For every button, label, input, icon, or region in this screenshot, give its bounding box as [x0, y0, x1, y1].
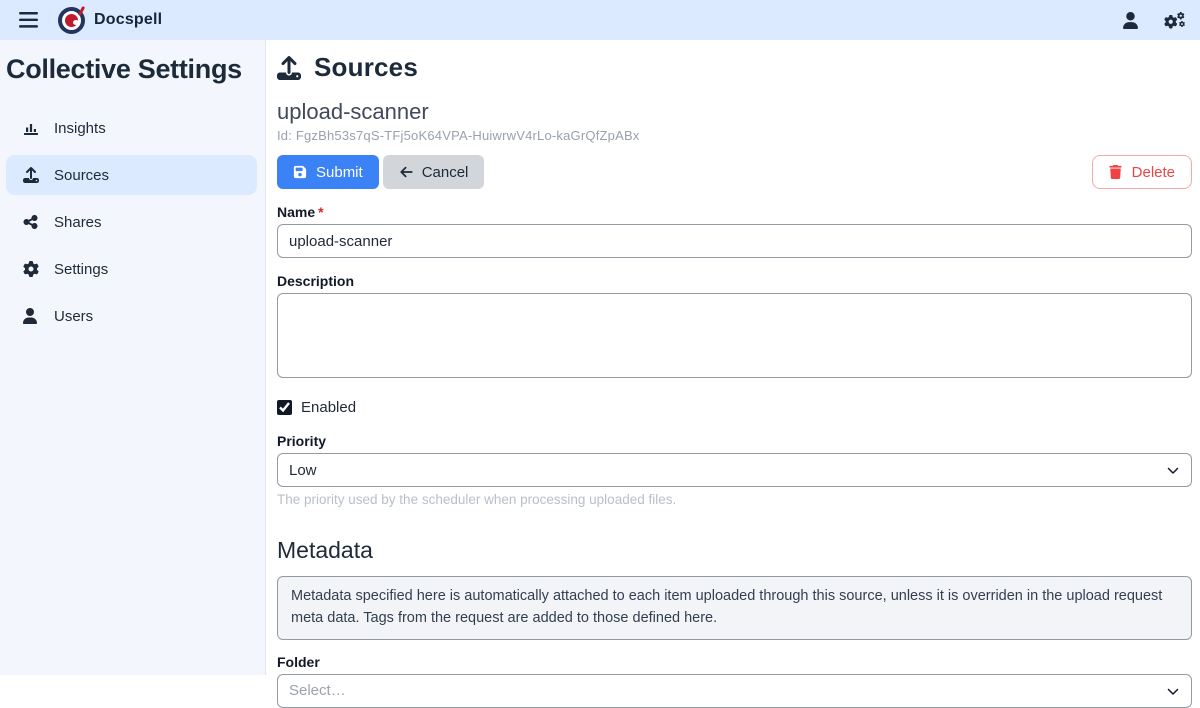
name-label: Name* — [277, 204, 1192, 220]
enabled-checkbox[interactable] — [277, 400, 292, 415]
sidebar-item-sources[interactable]: Sources — [6, 155, 257, 195]
account-button[interactable] — [1123, 12, 1138, 29]
description-textarea[interactable] — [277, 293, 1192, 378]
sidebar-item-settings[interactable]: Settings — [6, 249, 257, 289]
gears-icon — [1164, 11, 1186, 29]
sidebar-item-shares[interactable]: Shares — [6, 202, 257, 242]
user-icon — [1123, 12, 1138, 29]
trash-icon — [1109, 165, 1123, 179]
sidebar-item-insights[interactable]: Insights — [6, 108, 257, 148]
metadata-note: Metadata specified here is automatically… — [277, 576, 1192, 640]
sidebar-item-label: Insights — [54, 120, 106, 137]
enabled-field: Enabled — [277, 399, 1192, 416]
priority-select[interactable]: Low — [277, 453, 1192, 487]
toolbar: Submit Cancel Delete — [277, 155, 1192, 189]
menu-toggle-button[interactable] — [14, 6, 42, 34]
chart-bar-icon — [23, 120, 39, 136]
metadata-section-title: Metadata — [277, 537, 1192, 564]
sidebar-title: Collective Settings — [6, 54, 257, 84]
sidebar-item-label: Users — [54, 308, 93, 325]
gear-icon — [23, 261, 39, 277]
upload-icon — [23, 167, 39, 183]
app-brand[interactable]: Docspell — [58, 7, 162, 34]
required-asterisk: * — [318, 204, 323, 220]
priority-help-text: The priority used by the scheduler when … — [277, 492, 1192, 507]
source-name-heading: upload-scanner — [277, 99, 1192, 125]
description-label: Description — [277, 273, 1192, 289]
name-input[interactable] — [277, 224, 1192, 258]
priority-label: Priority — [277, 433, 1192, 449]
sidebar: Collective Settings Insights Sources Sha… — [0, 40, 266, 675]
source-id: Id: FgzBh53s7qS-TFj5oK64VPA-HuiwrwV4rLo-… — [277, 128, 1192, 143]
cancel-button[interactable]: Cancel — [383, 155, 485, 189]
processing-jobs-button[interactable] — [1164, 11, 1186, 29]
docspell-logo-icon — [58, 7, 85, 34]
upload-icon — [277, 56, 301, 80]
sidebar-item-users[interactable]: Users — [6, 296, 257, 336]
top-navbar: Docspell — [0, 0, 1200, 40]
folder-select[interactable]: Select… — [277, 674, 1192, 708]
folder-label: Folder — [277, 654, 1192, 670]
page-header: Sources — [277, 52, 1192, 83]
hamburger-icon — [19, 12, 38, 28]
main-content: Sources upload-scanner Id: FgzBh53s7qS-T… — [267, 40, 1200, 675]
sidebar-item-label: Shares — [54, 214, 102, 231]
page-title: Sources — [314, 52, 418, 83]
sidebar-item-label: Settings — [54, 261, 108, 278]
save-icon — [293, 165, 307, 179]
arrow-left-icon — [399, 165, 413, 179]
app-title: Docspell — [94, 11, 162, 29]
share-icon — [23, 214, 39, 230]
submit-button[interactable]: Submit — [277, 155, 379, 189]
sidebar-item-label: Sources — [54, 167, 109, 184]
enabled-label: Enabled — [301, 399, 356, 416]
user-icon — [23, 308, 39, 324]
delete-button[interactable]: Delete — [1092, 155, 1192, 189]
